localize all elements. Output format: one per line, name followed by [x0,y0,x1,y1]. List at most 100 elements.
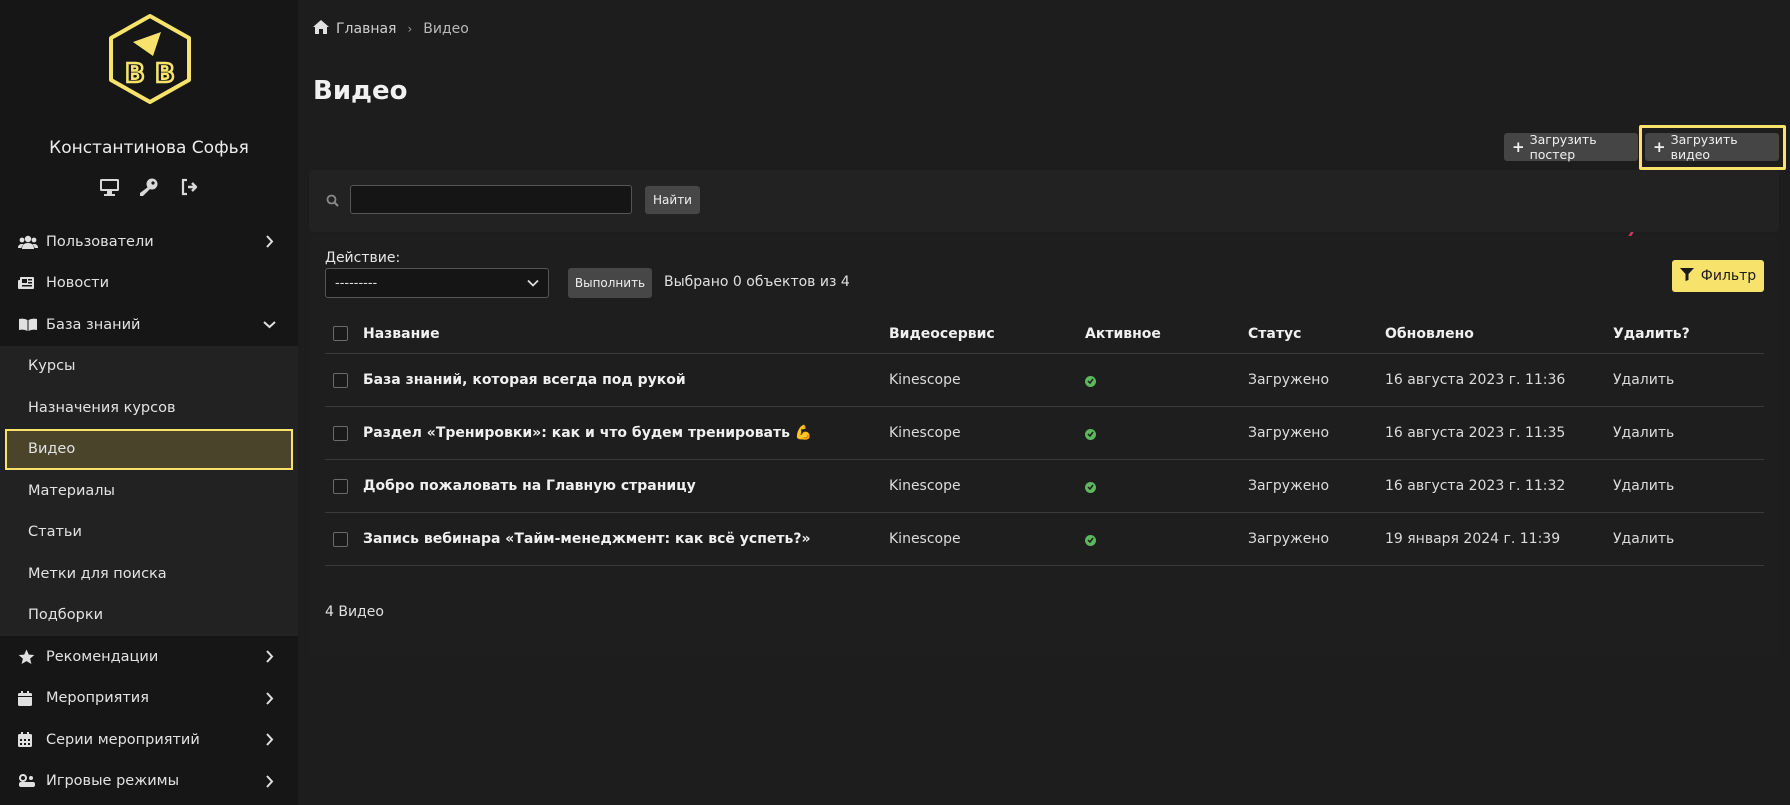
select-all-checkbox[interactable] [333,326,348,341]
video-service: Kinescope [889,425,961,441]
sidebar-item-label: Статьи [28,524,82,541]
row-checkbox[interactable] [333,425,348,441]
chevron-right-icon [262,235,276,248]
sidebar-item-users[interactable]: Пользователи [0,221,298,263]
sidebar-item-materials[interactable]: Материалы [0,470,298,512]
result-count: 4 Видео [325,604,384,620]
profile-actions [0,176,298,198]
sidebar-item-label: Материалы [28,482,115,499]
video-name-link[interactable]: Раздел «Тренировки»: как и что будем тре… [363,425,812,441]
column-header-name[interactable]: Название [363,326,440,342]
action-select-value: --------- [335,275,378,291]
chevron-right-icon [262,692,276,705]
row-checkbox[interactable] [333,372,348,388]
chevron-right-icon [262,650,276,663]
sidebar-nav: Пользователи Новости База знаний Курсы Н… [0,221,298,802]
video-service: Kinescope [889,372,961,388]
column-header-active[interactable]: Активное [1085,326,1161,342]
sidebar-item-label: Новости [46,275,110,292]
sidebar-item-courses[interactable]: Курсы [0,346,298,388]
delete-link[interactable]: Удалить [1613,425,1674,441]
plus-icon: + [1512,138,1525,156]
sidebar-item-label: Мероприятия [46,690,149,707]
active-check-icon [1085,425,1096,441]
search-icon [326,192,339,211]
video-updated: 16 августа 2023 г. 11:32 [1385,478,1566,494]
book-icon [18,318,40,332]
sidebar-item-events[interactable]: Мероприятия [0,678,298,720]
sidebar-item-collections[interactable]: Подборки [0,595,298,637]
page-title: Видео [313,76,408,106]
logo[interactable]: В В [103,12,197,106]
sidebar-item-video[interactable]: Видео [5,428,293,470]
monitor-icon[interactable] [98,176,120,198]
search-button[interactable]: Найти [645,186,700,214]
sidebar-item-label: Пользователи [46,233,154,250]
column-header-delete: Удалить? [1613,325,1690,342]
action-label: Действие: [325,250,401,266]
sidebar-item-course-assignments[interactable]: Назначения курсов [0,387,298,429]
chevron-right-icon [262,733,276,746]
users-icon [18,235,40,249]
video-status: Загружено [1248,478,1330,494]
active-check-icon [1085,478,1096,494]
delete-link[interactable]: Удалить [1613,372,1674,388]
video-service: Kinescope [889,478,961,494]
video-updated: 16 августа 2023 г. 11:35 [1385,425,1566,441]
row-checkbox[interactable] [333,531,348,547]
upload-video-highlight [1639,125,1786,170]
video-updated: 19 января 2024 г. 11:39 [1385,531,1561,547]
breadcrumb-home-link[interactable]: Главная [336,21,396,37]
upload-poster-button[interactable]: + Загрузить постер [1504,132,1638,162]
logout-icon[interactable] [178,176,200,198]
table-row: Запись вебинара «Тайм-менеджмент: как вс… [325,513,1764,566]
column-header-updated[interactable]: Обновлено [1385,326,1474,342]
sidebar-item-knowledge-base[interactable]: База знаний [0,304,298,346]
active-check-icon [1085,372,1096,388]
video-name-link[interactable]: Запись вебинара «Тайм-менеджмент: как вс… [363,531,811,547]
video-name-link[interactable]: Добро пожаловать на Главную страницу [363,478,696,494]
video-name-link[interactable]: База знаний, которая всегда под рукой [363,372,686,388]
video-status: Загружено [1248,425,1330,441]
sidebar-item-label: Назначения курсов [28,399,176,416]
sidebar-item-label: Подборки [28,607,103,624]
breadcrumb: Главная › Видео [313,20,469,38]
video-updated: 16 августа 2023 г. 11:36 [1385,372,1566,388]
search-input[interactable] [350,185,632,214]
home-icon[interactable] [313,20,329,38]
action-select[interactable]: --------- [325,268,549,298]
sidebar-item-articles[interactable]: Статьи [0,512,298,554]
sidebar-item-news[interactable]: Новости [0,263,298,305]
calendar-grid-icon [18,732,40,748]
sidebar-item-label: Игровые режимы [46,773,180,790]
sidebar-item-label: Метки для поиска [28,565,167,582]
video-table: Название Видеосервис Активное Статус Обн… [325,314,1764,566]
row-checkbox[interactable] [333,478,348,494]
key-icon[interactable] [138,176,160,198]
calendar-icon [18,690,40,706]
sidebar-item-recommendations[interactable]: Рекомендации [0,636,298,678]
chevron-right-icon [262,775,276,788]
sidebar-item-label: Видео [28,441,76,458]
filter-button[interactable]: Фильтр [1672,260,1764,292]
sidebar-item-label: Курсы [28,358,76,375]
filter-icon [1679,267,1694,285]
search-panel: Найти [309,170,1779,232]
table-row: Раздел «Тренировки»: как и что будем тре… [325,407,1764,460]
sidebar-item-search-tags[interactable]: Метки для поиска [0,553,298,595]
video-status: Загружено [1248,372,1330,388]
delete-link[interactable]: Удалить [1613,478,1674,494]
run-action-button[interactable]: Выполнить [568,268,652,298]
column-header-status[interactable]: Статус [1248,326,1301,342]
sidebar-item-event-series[interactable]: Серии мероприятий [0,719,298,761]
filter-label: Фильтр [1700,268,1757,284]
sidebar-item-label: Серии мероприятий [46,731,200,748]
logo-letter-right: В [155,59,175,89]
column-header-service[interactable]: Видеосервис [889,326,995,342]
chevron-down-icon [262,320,276,329]
chevron-down-icon [527,276,539,291]
user-name: Константинова Софья [49,138,249,158]
delete-link[interactable]: Удалить [1613,531,1674,547]
sidebar-item-game-modes[interactable]: Игровые режимы [0,761,298,803]
sidebar-item-label: Рекомендации [46,648,159,665]
